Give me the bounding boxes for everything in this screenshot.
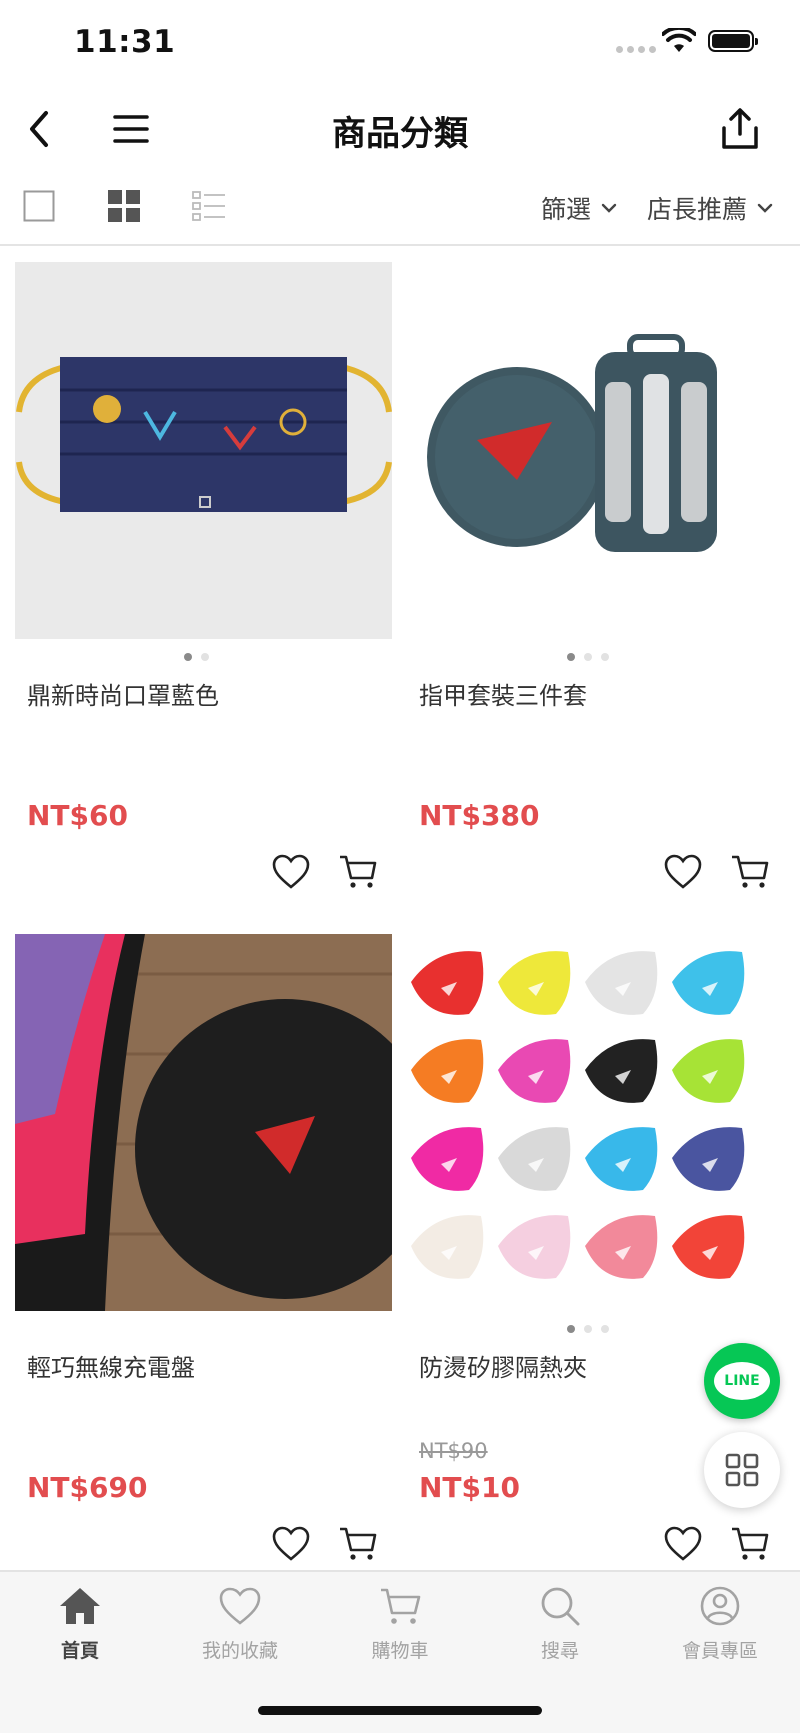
- heart-icon[interactable]: [272, 1526, 310, 1562]
- line-chat-button[interactable]: LINE: [704, 1343, 780, 1419]
- search-icon: [541, 1587, 580, 1626]
- heart-icon[interactable]: [664, 854, 702, 890]
- chevron-down-icon: [757, 203, 773, 213]
- product-image-wireless-charger[interactable]: [15, 934, 392, 1311]
- filter-bar: 篩選 店長推薦: [0, 172, 800, 246]
- product-card[interactable]: 指甲套裝三件套 NT$380: [392, 262, 784, 934]
- wifi-icon: [662, 28, 696, 52]
- product-image-nail-set[interactable]: [407, 262, 784, 639]
- tab-search[interactable]: 搜尋: [480, 1586, 640, 1663]
- tab-label: 會員專區: [681, 1640, 758, 1662]
- sort-label: 店長推薦: [647, 195, 748, 224]
- filter-dropdown[interactable]: 篩選: [541, 190, 617, 226]
- chevron-down-icon: [601, 203, 617, 213]
- image-pagination-dots: [0, 653, 392, 661]
- cart-icon: [381, 1588, 421, 1624]
- product-price: NT$60: [27, 799, 128, 832]
- image-pagination-dots: [392, 653, 784, 661]
- heart-icon[interactable]: [664, 1526, 702, 1562]
- cellular-signal-icon: [616, 46, 656, 53]
- heart-icon: [219, 1587, 261, 1625]
- filter-label: 篩選: [541, 195, 592, 224]
- tab-member[interactable]: 會員專區: [640, 1586, 800, 1663]
- tab-label: 購物車: [371, 1640, 429, 1662]
- line-logo-icon: LINE: [714, 1362, 770, 1400]
- home-icon: [60, 1588, 100, 1624]
- tab-favorites[interactable]: 我的收藏: [160, 1586, 320, 1663]
- status-time: 11:31: [74, 24, 176, 60]
- list-view-icon[interactable]: [192, 190, 226, 222]
- product-name[interactable]: 防燙矽膠隔熱夾: [419, 1348, 587, 1383]
- image-pagination-dots: [392, 1325, 784, 1333]
- product-card[interactable]: 鼎新時尚口罩藍色 NT$60: [0, 262, 392, 934]
- cart-icon[interactable]: [338, 1526, 378, 1562]
- heart-icon[interactable]: [272, 854, 310, 890]
- apps-grid-icon: [725, 1453, 759, 1487]
- cart-icon[interactable]: [338, 854, 378, 890]
- product-price: NT$380: [419, 799, 540, 832]
- tab-home[interactable]: 首頁: [0, 1586, 160, 1663]
- product-original-price: NT$90: [419, 1439, 488, 1463]
- grid-view-icon[interactable]: [108, 190, 140, 222]
- tab-cart[interactable]: 購物車: [320, 1586, 480, 1663]
- product-image-mask[interactable]: [15, 262, 392, 639]
- product-card[interactable]: 防燙矽膠隔熱夾 NT$90 NT$10: [392, 934, 784, 1606]
- status-bar: 11:31: [0, 0, 800, 88]
- product-image-silicone-clips[interactable]: [407, 934, 784, 1311]
- product-name[interactable]: 指甲套裝三件套: [419, 676, 587, 711]
- user-icon: [700, 1586, 740, 1626]
- share-button[interactable]: [715, 104, 765, 154]
- sort-dropdown[interactable]: 店長推薦: [647, 190, 773, 226]
- battery-icon: [708, 30, 758, 52]
- nav-bar: 商品分類: [0, 88, 800, 168]
- product-price: NT$690: [27, 1471, 148, 1504]
- quick-menu-button[interactable]: [704, 1432, 780, 1508]
- home-indicator: [258, 1706, 542, 1715]
- tab-label: 搜尋: [540, 1640, 579, 1662]
- tab-label: 首頁: [60, 1640, 99, 1662]
- share-icon: [722, 108, 758, 149]
- single-view-icon[interactable]: [23, 190, 55, 222]
- product-name[interactable]: 鼎新時尚口罩藍色: [27, 676, 219, 711]
- product-name[interactable]: 輕巧無線充電盤: [27, 1348, 195, 1383]
- page-title: 商品分類: [332, 114, 468, 154]
- product-card[interactable]: 輕巧無線充電盤 NT$690: [0, 934, 392, 1606]
- tab-label: 我的收藏: [201, 1640, 278, 1662]
- cart-icon[interactable]: [730, 1526, 770, 1562]
- product-price: NT$10: [419, 1471, 520, 1504]
- cart-icon[interactable]: [730, 854, 770, 890]
